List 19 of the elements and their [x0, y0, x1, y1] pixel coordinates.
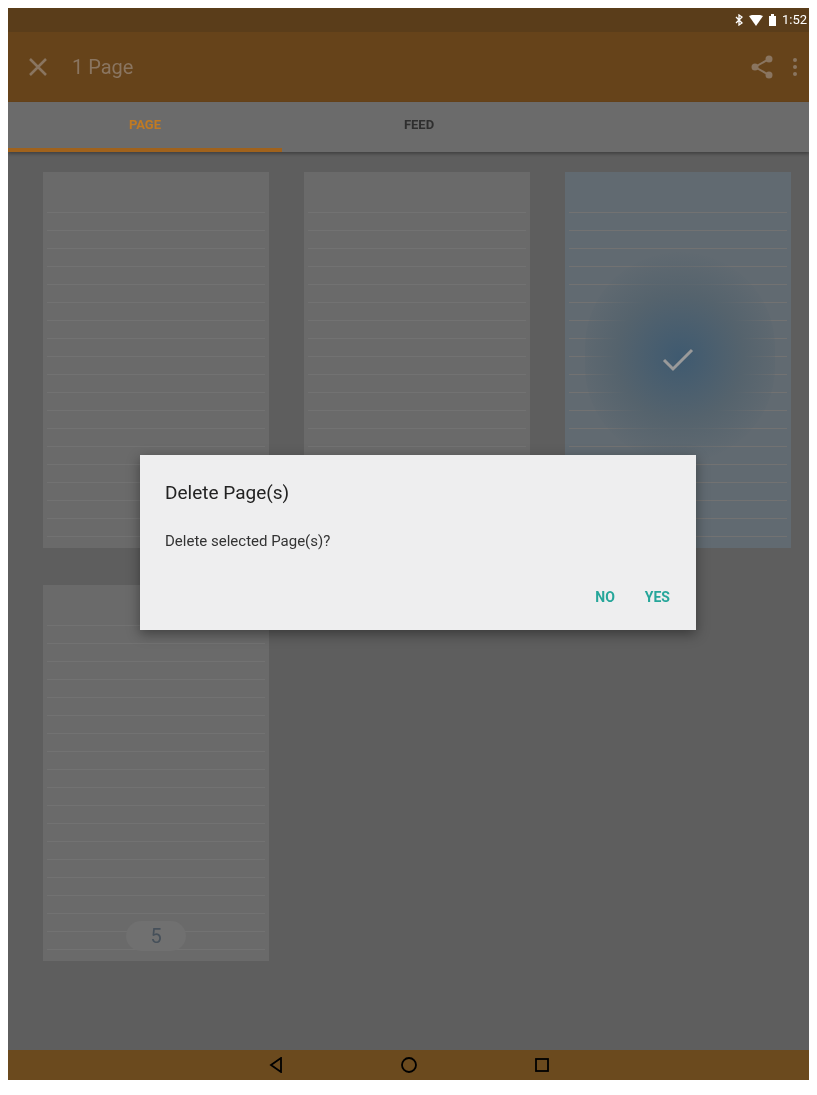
status-time: 1:52	[781, 11, 807, 30]
dialog-title: Delete Page(s)	[165, 480, 291, 506]
tab[interactable]: FEED	[282, 102, 556, 152]
share-icon[interactable]	[751, 55, 773, 79]
checkmark-icon	[662, 347, 694, 373]
more-options-icon[interactable]	[793, 58, 797, 76]
back-icon[interactable]	[268, 1057, 283, 1073]
dialog-button[interactable]: YES	[633, 581, 681, 614]
home-icon[interactable]	[400, 1057, 417, 1073]
close-icon	[29, 58, 47, 76]
recents-icon[interactable]	[534, 1058, 549, 1072]
wifi-icon	[748, 14, 763, 26]
battery-icon	[768, 14, 776, 26]
tab[interactable]: PAGE	[8, 102, 282, 152]
dialog-message: Delete selected Page(s)?	[165, 530, 332, 552]
close-button[interactable]	[28, 57, 48, 77]
app-bar-title: 1 Page	[72, 54, 134, 81]
dialog-button[interactable]: NO	[584, 581, 626, 614]
bluetooth-icon	[734, 14, 743, 26]
